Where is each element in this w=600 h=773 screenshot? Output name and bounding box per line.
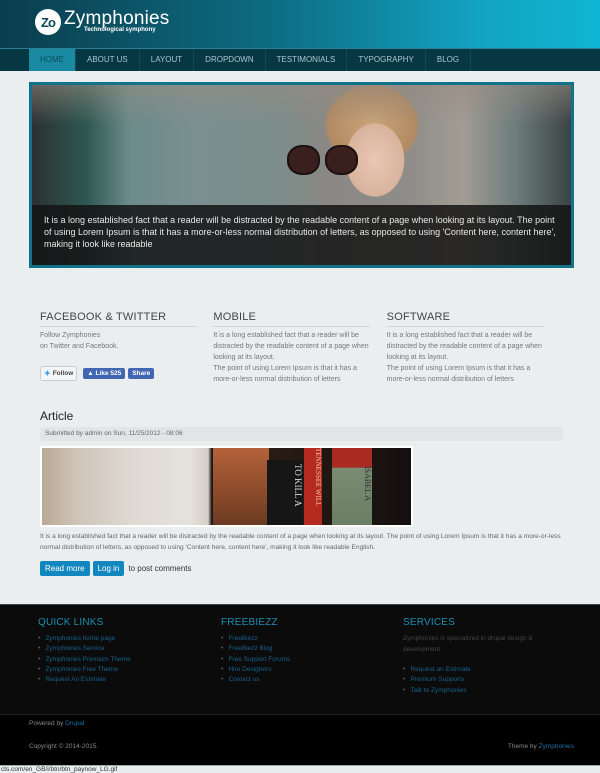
facebook-share-button[interactable]: Share: [128, 368, 155, 379]
site-name: Zymphonies: [64, 8, 170, 29]
footer-link[interactable]: FreeBiezz: [221, 634, 290, 644]
thumbs-up-icon: ▲: [87, 370, 94, 377]
book-spine: ISABEL A: [332, 448, 372, 525]
column-title: SOFTWARE: [386, 311, 544, 327]
footer-link[interactable]: Zymphonies Free Theme: [38, 665, 131, 675]
book-spine: TO KILL A: [267, 460, 303, 525]
footer-freebiezz: FREEBIEZZ FreeBiezz FreeBiezz Blog Free …: [221, 617, 290, 685]
nav-item-typography[interactable]: TYPOGRAPHY: [347, 49, 426, 71]
theme-by: Theme by Zymphonies: [508, 743, 574, 750]
banner-photo-detail: [287, 145, 320, 175]
nav-item-layout[interactable]: LAYOUT: [140, 49, 195, 71]
facebook-like-label: Like 525: [95, 370, 122, 377]
nav-item-about-us[interactable]: ABOUT US: [76, 49, 140, 71]
social-buttons: ✦ Follow ▲ Like 525 Share: [40, 366, 213, 381]
article-submitted-info: Submitted by admin on Sun, 11/25/2012 - …: [40, 427, 563, 441]
footer-column-title: QUICK LINKS: [38, 617, 104, 628]
zymphonies-link[interactable]: Zymphonies: [539, 743, 574, 750]
column-text: It is a long established fact that a rea…: [213, 330, 373, 385]
nav-item-testimonials[interactable]: TESTIMONIALS: [266, 49, 348, 71]
footer-link[interactable]: Premium Supports: [403, 675, 553, 685]
twitter-follow-label: Follow: [52, 370, 74, 377]
column-facebook-twitter: FACEBOOK & TWITTER Follow Zymphonies on …: [40, 311, 213, 385]
powered-by: Powered by Drupal: [29, 720, 84, 727]
article-image: TO KILL A TENNESSEE WILL ISABEL A: [40, 446, 413, 527]
column-software: SOFTWARE It is a long established fact t…: [386, 311, 560, 385]
article-title[interactable]: Article: [40, 409, 73, 423]
column-text-line: on Twitter and Facebook.: [40, 343, 119, 350]
facebook-like-button[interactable]: ▲ Like 525: [83, 368, 126, 379]
theme-by-label: Theme by: [507, 743, 537, 750]
hero-slider[interactable]: It is a long established fact that a rea…: [29, 82, 574, 268]
footer-link[interactable]: Hire Designers: [221, 665, 290, 675]
column-title: MOBILE: [213, 311, 371, 327]
banner-caption: It is a long established fact that a rea…: [32, 205, 571, 265]
copyright: Copyright © 2014-2015.: [29, 743, 99, 750]
footer-link[interactable]: Contact us: [221, 675, 290, 685]
column-mobile: MOBILE It is a long established fact tha…: [213, 311, 386, 385]
footer-link[interactable]: Zymphonies Premium Theme: [38, 655, 130, 665]
footer-link[interactable]: Free Support Forums: [221, 655, 290, 665]
footer-column-title: FREEBIEZZ: [221, 617, 278, 628]
footer: QUICK LINKS Zymphonies home page Zymphon…: [0, 604, 600, 714]
powered-by-label: Powered by: [29, 720, 64, 727]
post-comments-text: to post comments: [128, 564, 192, 573]
drupal-link[interactable]: Drupal: [65, 720, 84, 727]
column-paragraph: It is a long established fact that a rea…: [386, 332, 542, 361]
main-nav: HOME ABOUT US LAYOUT DROPDOWN TESTIMONIA…: [0, 48, 600, 71]
login-button[interactable]: Log in: [92, 561, 125, 576]
column-text-line: Follow Zymphonies: [40, 332, 101, 339]
footer-column-title: SERVICES: [403, 617, 455, 628]
column-paragraph: It is a long established fact that a rea…: [213, 332, 369, 361]
logo-mark-icon: Zo: [35, 9, 61, 35]
services-description: Zymphonies is specialized in drupal desi…: [403, 635, 533, 653]
footer-services: SERVICES Zymphonies is specialized in dr…: [403, 617, 553, 696]
footer-link[interactable]: Zymphonies Service: [38, 644, 131, 654]
browser-status-bar: cts.com/en_GB/i/btn/btn_paynow_LG.gif: [0, 765, 600, 773]
footer-bottom: Powered by Drupal Copyright © 2014-2015.…: [0, 714, 600, 765]
site-header: Zo Zymphonies Technological symphony: [0, 0, 600, 48]
footer-link[interactable]: Talk to Zymphonies: [403, 686, 553, 696]
feature-columns: FACEBOOK & TWITTER Follow Zymphonies on …: [40, 311, 560, 385]
footer-link[interactable]: Request an Estimate: [403, 665, 553, 675]
column-paragraph: The point of using Lorem Ipsum is that i…: [213, 365, 357, 383]
book-cover: [213, 448, 269, 525]
twitter-bird-icon: ✦: [44, 369, 51, 378]
footer-link[interactable]: Zymphonies home page: [38, 634, 131, 644]
footer-link[interactable]: Request An Estimate: [38, 675, 131, 685]
book-spine: TENNESSEE WILL: [304, 448, 322, 525]
banner-image: [32, 85, 571, 125]
footer-link[interactable]: FreeBiezz Blog: [221, 644, 290, 654]
site-logo[interactable]: Zo Zymphonies Technological symphony: [35, 9, 170, 35]
nav-item-blog[interactable]: BLOG: [426, 49, 472, 71]
banner-photo-detail: [325, 145, 358, 175]
article-links: Read more Log in to post comments: [40, 561, 192, 576]
column-text: It is a long established fact that a rea…: [387, 330, 547, 385]
nav-item-home[interactable]: HOME: [29, 49, 76, 71]
nav-item-dropdown[interactable]: DROPDOWN: [194, 49, 266, 71]
column-text: Follow Zymphonies on Twitter and Faceboo…: [40, 330, 200, 352]
column-paragraph: The point of using Lorem Ipsum is that i…: [386, 365, 531, 383]
footer-quick-links: QUICK LINKS Zymphonies home page Zymphon…: [38, 617, 131, 685]
read-more-button[interactable]: Read more: [40, 561, 90, 576]
article-body: It is a long established fact that a rea…: [40, 533, 561, 551]
twitter-follow-button[interactable]: ✦ Follow: [40, 366, 78, 381]
column-title: FACEBOOK & TWITTER: [40, 311, 197, 327]
